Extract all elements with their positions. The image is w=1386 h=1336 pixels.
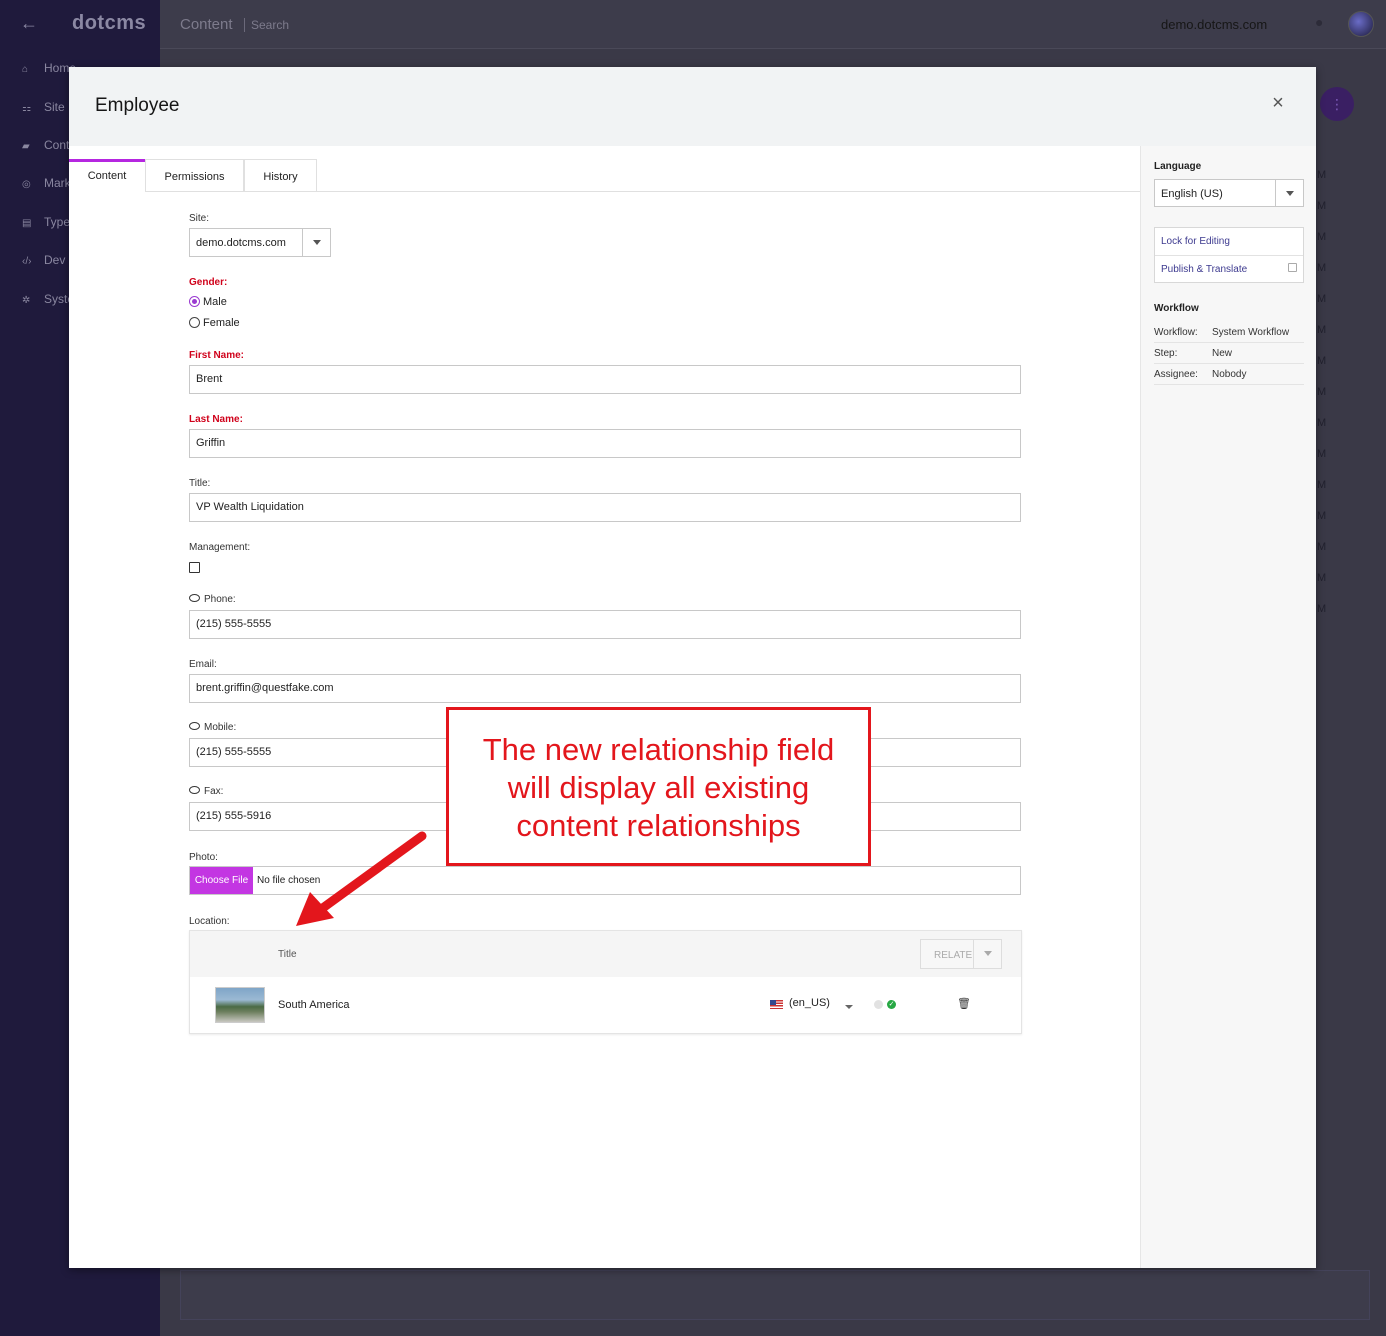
logo: dotcms	[72, 12, 147, 34]
workflow-heading: Workflow	[1154, 303, 1199, 314]
first-name-label: First Name:	[189, 350, 245, 361]
management-checkbox[interactable]	[189, 562, 200, 573]
nav-item-system[interactable]: ✲ Syste	[22, 292, 74, 306]
trash-icon[interactable]: 🗑	[957, 997, 971, 1010]
mobile-label: Mobile:	[189, 722, 236, 733]
annotation-callout: The new relationship field will display …	[446, 707, 871, 866]
site-select-value: demo.dotcms.com	[196, 237, 286, 249]
background-column: MMMMMMMMMMMMMMM	[1317, 169, 1327, 615]
nav-item-dev[interactable]: ‹/› Dev	[22, 253, 65, 267]
email-label: Email:	[189, 659, 217, 670]
code-icon: ‹/›	[22, 256, 32, 267]
phone-label: Phone:	[189, 594, 236, 605]
avatar[interactable]	[1348, 11, 1374, 37]
sitemap-icon: ⚏	[22, 103, 31, 114]
lock-for-editing-link[interactable]: Lock for Editing	[1161, 236, 1230, 247]
title-label: Title:	[189, 478, 211, 489]
language-select-value: English (US)	[1161, 188, 1223, 200]
arrow-icon	[296, 831, 427, 926]
gender-label: Gender:	[189, 277, 228, 288]
relationship-header: Title RELATE	[190, 931, 1021, 977]
gender-option-female[interactable]: Female	[189, 317, 240, 329]
workflow-row: Assignee: Nobody	[1154, 364, 1304, 385]
nav-item-site[interactable]: ⚏ Site	[22, 100, 65, 114]
annotation-line: content relationships	[516, 808, 801, 843]
breadcrumb-section[interactable]: Content	[180, 16, 233, 33]
chevron-down-icon[interactable]	[302, 229, 330, 256]
status-dot-icon	[874, 1000, 883, 1009]
us-flag-icon	[770, 1000, 783, 1009]
breadcrumb-subsection[interactable]: Search	[244, 18, 289, 32]
thumbnail-image	[215, 987, 265, 1023]
more-actions-button[interactable]: ⋮	[1320, 87, 1354, 121]
annotation-line: will display all existing	[507, 770, 810, 805]
tab-permissions[interactable]: Permissions	[145, 159, 244, 192]
radio-selected-icon[interactable]	[189, 296, 200, 307]
close-icon[interactable]: ×	[1268, 92, 1288, 114]
actions-box: Lock for Editing Publish & Translate	[1154, 227, 1304, 283]
relationship-field: Title RELATE South America (en_US) ✓ 🗑	[189, 930, 1022, 1034]
dialog-header: Employee ×	[69, 67, 1316, 146]
table-row[interactable]: South America (en_US) ✓ 🗑	[190, 977, 1021, 1033]
workflow-row: Workflow: System Workflow	[1154, 322, 1304, 343]
photo-label: Photo:	[189, 852, 218, 863]
nav-item-marketing[interactable]: ◎ Mark	[22, 176, 71, 190]
related-title[interactable]: South America	[278, 999, 350, 1011]
bell-icon[interactable]: ●	[1315, 14, 1323, 30]
relate-label: RELATE	[934, 950, 973, 961]
language-select[interactable]: English (US)	[1154, 179, 1304, 207]
background-panel	[180, 1270, 1370, 1320]
publish-translate-link[interactable]: Publish & Translate	[1161, 264, 1247, 275]
save-icon	[1288, 263, 1297, 272]
first-name-input[interactable]: Brent	[189, 365, 1021, 394]
employee-dialog: Employee × Content Permissions History S…	[69, 67, 1316, 1268]
workflow-row: Step: New	[1154, 343, 1304, 364]
last-name-label: Last Name:	[189, 414, 243, 425]
title-input[interactable]: VP Wealth Liquidation	[189, 493, 1021, 522]
email-input[interactable]: brent.griffin@questfake.com	[189, 674, 1021, 703]
comment-icon	[189, 786, 200, 794]
back-arrow-icon[interactable]: ←	[20, 13, 38, 34]
column-title: Title	[278, 949, 297, 960]
language-heading: Language	[1154, 161, 1202, 172]
choose-file-button[interactable]: Choose File	[190, 867, 253, 894]
relate-button[interactable]: RELATE	[920, 939, 1002, 969]
comment-icon	[189, 594, 200, 602]
home-icon: ⌂	[22, 64, 29, 75]
radio-icon[interactable]	[189, 317, 200, 328]
location-label: Location:	[189, 916, 230, 927]
annotation-line: The new relationship field	[482, 732, 835, 767]
folder-icon: ▰	[22, 141, 30, 152]
gender-option-male[interactable]: Male	[189, 296, 227, 308]
language-code: (en_US)	[789, 997, 830, 1009]
target-icon: ◎	[22, 179, 31, 190]
site-select[interactable]: demo.dotcms.com	[189, 228, 331, 257]
sidebar: Language English (US) Lock for Editing P…	[1140, 146, 1316, 1268]
management-label: Management:	[189, 542, 251, 553]
tab-content[interactable]: Content	[69, 159, 145, 192]
tab-bar: Content Permissions History	[69, 159, 1140, 192]
top-bar: Content Search demo.dotcms.com ●	[160, 0, 1386, 49]
check-circle-icon: ✓	[887, 1000, 896, 1009]
nav-item-content[interactable]: ▰ Cont	[22, 138, 69, 152]
fax-label: Fax:	[189, 786, 223, 797]
nav-item-home[interactable]: ⌂ Home	[22, 61, 76, 75]
chevron-down-icon[interactable]	[845, 1005, 853, 1009]
tab-history[interactable]: History	[244, 159, 317, 192]
nav-item-types[interactable]: ▤ Type	[22, 215, 70, 229]
chevron-down-icon[interactable]	[973, 940, 1001, 968]
dialog-title: Employee	[95, 95, 180, 116]
site-label: Site:	[189, 213, 210, 224]
chevron-down-icon[interactable]	[1275, 180, 1303, 206]
file-icon: ▤	[22, 218, 32, 229]
divider	[1155, 255, 1303, 256]
comment-icon	[189, 722, 200, 730]
phone-input[interactable]: (215) 555-5555	[189, 610, 1021, 639]
last-name-input[interactable]: Griffin	[189, 429, 1021, 458]
site-selector[interactable]: demo.dotcms.com	[1161, 17, 1267, 32]
gear-icon: ✲	[22, 295, 31, 306]
